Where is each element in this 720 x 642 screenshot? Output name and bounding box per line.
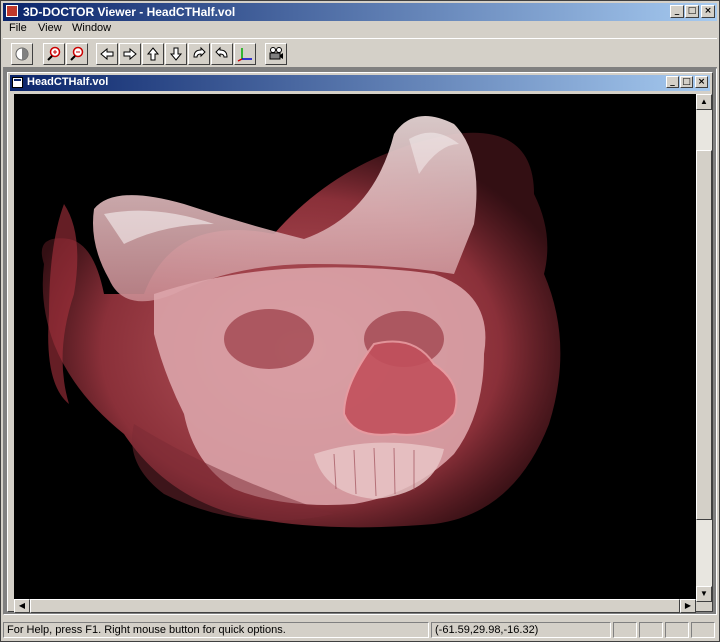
axes-icon — [237, 48, 252, 62]
document-title-bar: HeadCTHalf.vol _ □ × — [10, 75, 710, 91]
close-button[interactable]: × — [701, 5, 715, 18]
move-up-button[interactable] — [142, 43, 164, 65]
vertical-scroll-thumb[interactable] — [696, 150, 712, 520]
contrast-button[interactable] — [11, 43, 33, 65]
app-icon — [6, 5, 18, 17]
title-bar: 3D-DOCTOR Viewer - HeadCTHalf.vol _ □ × — [3, 3, 717, 21]
status-pane-3 — [665, 622, 689, 638]
menu-view[interactable]: View — [38, 22, 62, 34]
minimize-button[interactable]: _ — [670, 5, 684, 18]
status-pane-1 — [613, 622, 637, 638]
scroll-down-button[interactable]: ▼ — [696, 586, 712, 602]
doc-minimize-button[interactable]: _ — [666, 76, 679, 88]
zoom-in-icon — [47, 46, 61, 61]
menu-window[interactable]: Window — [72, 22, 111, 34]
rotate-left-icon — [193, 46, 206, 58]
window-title: 3D-DOCTOR Viewer - HeadCTHalf.vol — [23, 5, 236, 19]
zoom-out-button[interactable] — [66, 43, 88, 65]
doc-maximize-button[interactable]: □ — [680, 76, 693, 88]
scroll-up-button[interactable]: ▲ — [696, 94, 712, 110]
app-window: 3D-DOCTOR Viewer - HeadCTHalf.vol _ □ × … — [0, 0, 720, 642]
status-bar: For Help, press F1. Right mouse button f… — [3, 620, 717, 639]
zoom-out-icon — [70, 46, 84, 61]
document-window: HeadCTHalf.vol _ □ × ▲ ▼ ◀ ▶ — [7, 72, 713, 613]
horizontal-scrollbar[interactable]: ◀ ▶ — [14, 599, 696, 613]
document-icon — [12, 77, 23, 88]
arrow-up-icon — [146, 47, 160, 61]
rotate-right-button[interactable] — [211, 43, 233, 65]
rotate-left-button[interactable] — [188, 43, 210, 65]
doc-close-button[interactable]: × — [695, 76, 708, 88]
rotate-right-icon — [215, 46, 228, 58]
zoom-in-button[interactable] — [43, 43, 65, 65]
arrow-right-icon — [123, 47, 137, 61]
status-pane-2 — [639, 622, 663, 638]
render-viewport[interactable] — [14, 94, 696, 602]
scroll-left-button[interactable]: ◀ — [14, 599, 30, 613]
document-title: HeadCTHalf.vol — [27, 76, 109, 88]
move-left-button[interactable] — [96, 43, 118, 65]
maximize-button[interactable]: □ — [685, 5, 699, 18]
arrow-down-icon — [169, 47, 183, 61]
axes-button[interactable] — [234, 43, 256, 65]
toolbar — [3, 38, 717, 68]
camera-button[interactable] — [265, 43, 287, 65]
status-coordinates: (-61.59,29.98,-16.32) — [431, 622, 611, 638]
vertical-scrollbar[interactable]: ▲ ▼ — [696, 94, 712, 602]
contrast-icon — [15, 47, 29, 61]
status-pane-4 — [691, 622, 715, 638]
mdi-client-area: HeadCTHalf.vol _ □ × ▲ ▼ ◀ ▶ — [3, 68, 717, 615]
scroll-right-button[interactable]: ▶ — [680, 599, 696, 613]
status-help-text: For Help, press F1. Right mouse button f… — [3, 622, 429, 638]
camera-icon — [269, 47, 283, 60]
menu-bar: File View Window — [3, 21, 717, 37]
horizontal-scroll-thumb[interactable] — [30, 599, 680, 613]
arrow-left-icon — [100, 47, 114, 61]
move-right-button[interactable] — [119, 43, 141, 65]
move-down-button[interactable] — [165, 43, 187, 65]
menu-file[interactable]: File — [9, 22, 27, 34]
volume-rendering-image — [41, 116, 561, 528]
